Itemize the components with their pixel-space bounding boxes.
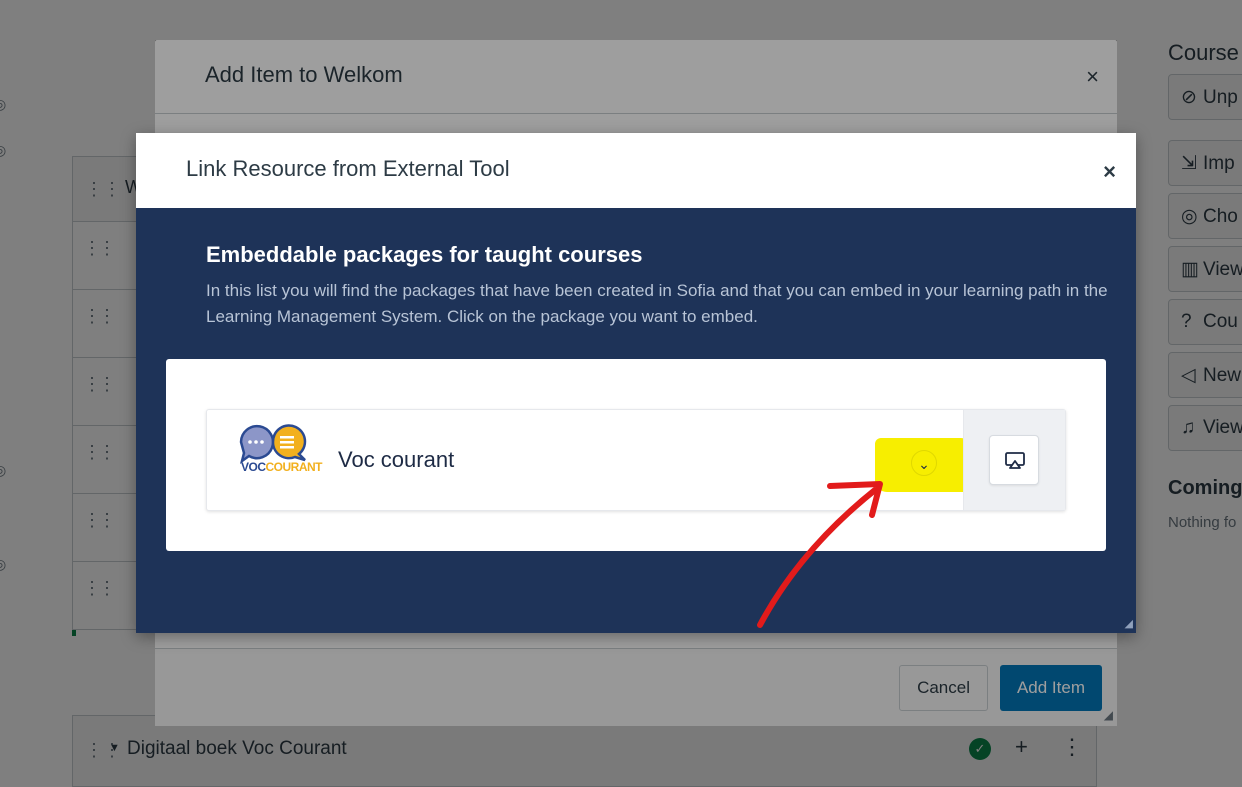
close-icon[interactable]: × [1103,159,1116,185]
link-resource-modal-header: Link Resource from External Tool × [136,133,1136,208]
logo-wordmark: VOCCOURANT [241,460,323,474]
package-name: Voc courant [338,447,455,472]
packages-list: VOCCOURANT Voc courant ⌄ [166,359,1106,551]
link-resource-modal: Link Resource from External Tool × Embed… [136,133,1136,633]
embed-button[interactable] [989,435,1039,485]
package-actions [963,410,1065,510]
annotation-arrow-icon [757,481,883,628]
airplay-icon [1005,452,1025,469]
packages-heading: Embeddable packages for taught courses [206,242,643,267]
package-card[interactable]: VOCCOURANT Voc courant ⌄ [206,409,1066,511]
chevron-down-icon[interactable]: ⌄ [911,450,937,476]
link-resource-modal-title: Link Resource from External Tool [186,156,510,181]
resize-handle-icon[interactable]: ◢ [1125,617,1133,630]
packages-description: In this list you will find the packages … [206,281,1108,326]
